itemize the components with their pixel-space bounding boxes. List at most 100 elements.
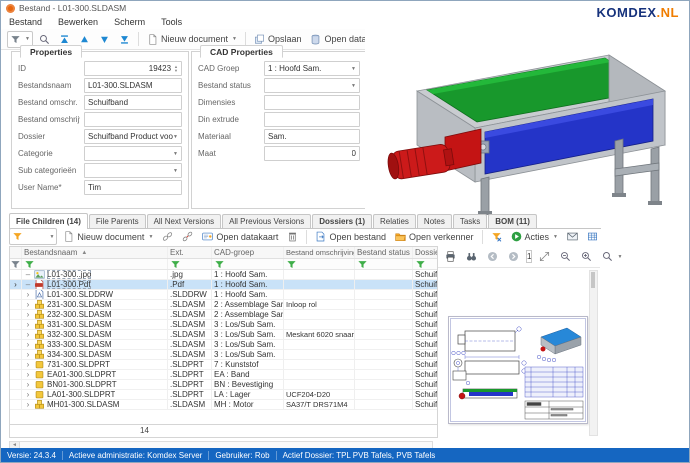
nav-last-button[interactable] (116, 32, 133, 47)
cell-bestandsnaam[interactable]: › LA01-300.SLDPRT (22, 390, 168, 399)
preview-circle-next-button[interactable] (505, 249, 522, 264)
grid-filter-cell[interactable] (168, 259, 212, 269)
unlink-button[interactable] (179, 229, 196, 244)
grid-column-header[interactable]: CAD-groep (212, 247, 284, 258)
grid-row[interactable]: › 331-300.SLDASM .SLDASM 3 : Los/Sub Sam… (10, 320, 437, 330)
grid-filter-cell[interactable] (355, 259, 413, 269)
grid-open-verkenner-button[interactable]: Open verkenner (392, 229, 477, 244)
expand-icon[interactable]: › (24, 291, 32, 299)
preview-zoom-out-button[interactable] (557, 249, 574, 264)
spinner-icons[interactable]: ▲▼ (174, 65, 178, 73)
3d-viewport[interactable] (365, 29, 689, 215)
field-input-cad-groep[interactable]: 1 : Hoofd Sam.▼ (264, 61, 360, 76)
grid-row[interactable]: › LA01-300.SLDPRT .SLDPRT LA : Lager UCF… (10, 390, 437, 400)
zoom-level-button[interactable]: ▼ (599, 249, 625, 264)
grid-row[interactable]: › EA01-300.SLDPRT .SLDPRT EA : Band Schu… (10, 370, 437, 380)
grid-column-header[interactable]: Ext. (168, 247, 212, 258)
expand-icon[interactable]: › (24, 341, 32, 349)
grid-column-header[interactable]: Bestand omschrijving (284, 247, 355, 258)
field-input-sub-categorie-n[interactable]: ▼ (84, 163, 182, 178)
tab-all-next-versions[interactable]: All Next Versions (147, 214, 221, 228)
grid-row[interactable]: › 731-300.SLDPRT .SLDPRT 7 : Kunststof S… (10, 360, 437, 370)
preview-circle-prev-button[interactable] (484, 249, 501, 264)
grid-acties-button[interactable]: Acties▼ (508, 229, 561, 244)
cell-bestandsnaam[interactable]: › MH01-300.SLDASM (22, 400, 168, 409)
properties-panel-title[interactable]: Properties (20, 45, 82, 58)
grid-row[interactable]: › BN01-300.SLDPRT .SLDPRT BN : Bevestigi… (10, 380, 437, 390)
cell-bestandsnaam[interactable]: › 331-300.SLDASM (22, 320, 168, 329)
expand-icon[interactable]: › (24, 351, 32, 359)
field-input-bestand-status[interactable]: ▼ (264, 78, 360, 93)
expand-icon[interactable]: › (24, 331, 32, 339)
cell-bestandsnaam[interactable]: › 231-300.SLDASM (22, 300, 168, 309)
expand-icon[interactable]: › (24, 381, 32, 389)
cell-bestandsnaam[interactable]: – L01-300.Pdf (22, 280, 168, 289)
cell-bestandsnaam[interactable]: › 731-300.SLDPRT (22, 360, 168, 369)
menu-tools[interactable]: Tools (161, 17, 182, 27)
grid-column-header[interactable]: Bestand status (355, 247, 413, 258)
grid-row[interactable]: › 333-300.SLDASM .SLDASM 3 : Los/Sub Sam… (10, 340, 437, 350)
grid-row[interactable]: › 334-300.SLDASM .SLDASM 3 : Los/Sub Sam… (10, 350, 437, 360)
tab-dossiers-1-[interactable]: Dossiers (1) (312, 214, 372, 228)
grid-filter-cell[interactable] (284, 259, 355, 269)
field-input-dossier[interactable]: Schuifband Product voorbeeld▼ (84, 129, 182, 144)
grid-new-document-button[interactable]: Nieuw document▼ (60, 229, 156, 244)
tab-file-parents[interactable]: File Parents (89, 214, 146, 228)
field-input-din-extrude[interactable] (264, 112, 360, 127)
field-input-bestand-omschr-tekst[interactable]: Schuifband (84, 95, 182, 110)
tab-file-children-14-[interactable]: File Children (14) (9, 213, 88, 229)
tab-relaties[interactable]: Relaties (373, 214, 416, 228)
trash-button[interactable] (284, 229, 301, 244)
preview-printer-button[interactable] (442, 249, 459, 264)
grid-filter-cell[interactable] (413, 259, 437, 269)
cell-bestandsnaam[interactable]: › BN01-300.SLDPRT (22, 380, 168, 389)
grid-mail-button[interactable] (564, 229, 581, 244)
preview-body[interactable] (438, 268, 600, 438)
grid-filter-cell[interactable] (22, 259, 168, 269)
grid-row[interactable]: › 231-300.SLDASM .SLDASM 2 : Assemblage … (10, 300, 437, 310)
menu-bestand[interactable]: Bestand (9, 17, 42, 27)
expand-icon[interactable]: › (24, 311, 32, 319)
grid-filter-cell[interactable] (212, 259, 284, 269)
preview-scrollbar[interactable] (589, 270, 598, 436)
expand-icon[interactable]: › (24, 391, 32, 399)
cell-bestandsnaam[interactable]: › EA01-300.SLDPRT (22, 370, 168, 379)
cell-bestandsnaam[interactable]: – L01-300..jpg (22, 270, 168, 279)
expand-icon[interactable]: › (24, 321, 32, 329)
preview-zoom-in-button[interactable] (578, 249, 595, 264)
preview-binocular-button[interactable] (463, 249, 480, 264)
menu-scherm[interactable]: Scherm (114, 17, 145, 27)
field-input-bestand-omschrijving[interactable] (84, 112, 182, 127)
expand-icon[interactable]: › (24, 301, 32, 309)
field-input-materiaal[interactable]: Sam. (264, 129, 360, 144)
grid-row[interactable]: › 332-300.SLDASM .SLDASM 3 : Los/Sub Sam… (10, 330, 437, 340)
grid-column-header[interactable]: Dossier (413, 247, 437, 258)
field-input-dimensies[interactable] (264, 95, 360, 110)
drawing-page[interactable] (448, 316, 588, 424)
expand-icon[interactable]: › (24, 401, 32, 409)
tab-notes[interactable]: Notes (417, 214, 452, 228)
grid-row[interactable]: › 232-300.SLDASM .SLDASM 2 : Assemblage … (10, 310, 437, 320)
grid-clear-filter-button[interactable] (488, 229, 505, 244)
tab-tasks[interactable]: Tasks (453, 214, 487, 228)
page-number-input[interactable]: 1 (526, 250, 532, 263)
link-button[interactable] (159, 229, 176, 244)
grid-filter-combo[interactable]: ▼ (9, 228, 57, 245)
nav-next-button[interactable] (96, 32, 113, 47)
expand-icon[interactable]: › (24, 361, 32, 369)
cell-bestandsnaam[interactable]: › 332-300.SLDASM (22, 330, 168, 339)
field-input-bestandsnaam[interactable]: L01-300.SLDASM (84, 78, 182, 93)
grid-open-bestand-button[interactable]: Open bestand (312, 229, 389, 244)
field-input-user-name-[interactable]: Tim (84, 180, 182, 195)
menu-bewerken[interactable]: Bewerken (58, 17, 98, 27)
tab-bom-11-[interactable]: BOM (11) (488, 214, 537, 228)
field-input-categorie[interactable]: ▼ (84, 146, 182, 161)
field-input-id[interactable]: 19423▲▼ (84, 61, 182, 76)
grid-export-button[interactable] (584, 229, 601, 244)
cell-bestandsnaam[interactable]: › 232-300.SLDASM (22, 310, 168, 319)
open-datakaart-button[interactable]: Open datakaart (199, 229, 281, 244)
expand-icon[interactable]: › (24, 371, 32, 379)
grid-row[interactable]: › MH01-300.SLDASM .SLDASM MH : Motor SA3… (10, 400, 437, 410)
cell-bestandsnaam[interactable]: › 334-300.SLDASM (22, 350, 168, 359)
tab-all-previous-versions[interactable]: All Previous Versions (222, 214, 311, 228)
